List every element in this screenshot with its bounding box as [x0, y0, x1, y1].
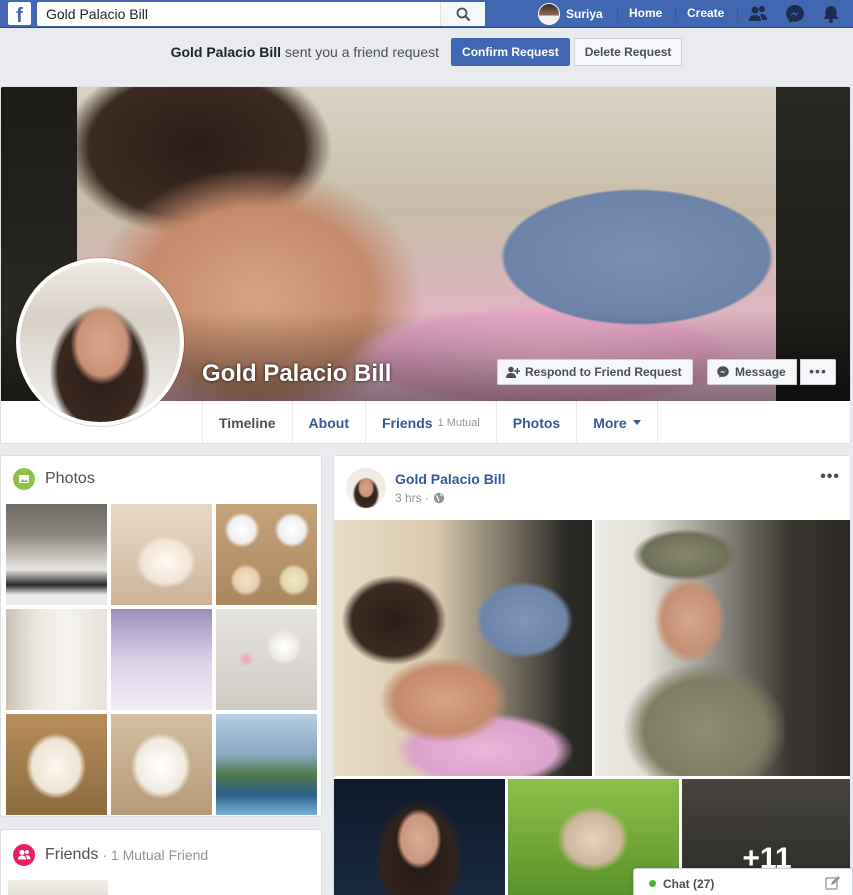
profile-name[interactable]: Gold Palacio Bill: [202, 360, 391, 388]
messenger-icon[interactable]: [784, 3, 806, 25]
friends-card-header[interactable]: Friends · 1 Mutual Friend: [13, 844, 208, 866]
avatar: [538, 3, 560, 25]
post-photo[interactable]: [334, 779, 505, 895]
request-sender-name[interactable]: Gold Palacio Bill: [171, 44, 281, 60]
photo-thumbnail[interactable]: [216, 504, 317, 605]
photos-card: Photos: [0, 455, 322, 817]
chat-label: Chat (27): [663, 877, 715, 891]
respond-label: Respond to Friend Request: [525, 365, 682, 379]
notifications-bell-icon[interactable]: [820, 3, 842, 25]
photos-card-title: Photos: [45, 470, 95, 487]
search-icon: [456, 7, 471, 22]
photo-thumbnail[interactable]: [111, 609, 212, 710]
photo-grid: [6, 504, 318, 815]
search-button[interactable]: [440, 2, 485, 26]
top-navigation-bar: f Gold Palacio Bill Suriya Home Create: [0, 0, 853, 28]
nav-divider: [617, 6, 618, 22]
photo-thumbnail[interactable]: [216, 714, 317, 815]
tab-friends[interactable]: Friends 1 Mutual: [364, 401, 496, 443]
mutual-count: 1 Mutual: [437, 416, 480, 429]
friend-request-banner: Gold Palacio Bill sent you a friend requ…: [0, 29, 853, 75]
photo-thumbnail[interactable]: [111, 714, 212, 815]
messenger-icon: [717, 366, 729, 378]
search-input[interactable]: Gold Palacio Bill: [37, 2, 485, 26]
globe-icon: [433, 492, 445, 504]
more-options-button[interactable]: •••: [800, 359, 836, 385]
create-link[interactable]: Create: [687, 6, 724, 20]
message-button[interactable]: Message: [707, 359, 797, 385]
photo-thumbnail[interactable]: [6, 714, 107, 815]
compose-message-icon[interactable]: [825, 876, 840, 891]
add-friend-icon: [506, 366, 520, 378]
timeline-post: Gold Palacio Bill 3 hrs · ••• +11: [333, 455, 851, 895]
avatar[interactable]: [346, 468, 386, 508]
user-name: Suriya: [566, 7, 603, 21]
photo-thumbnail[interactable]: [216, 609, 317, 710]
tab-timeline[interactable]: Timeline: [202, 401, 292, 443]
tab-label: More: [593, 414, 627, 431]
request-message: sent you a friend request: [284, 44, 440, 60]
friends-card-title: Friends: [45, 846, 99, 863]
online-status-icon: [649, 880, 656, 887]
tab-label: Photos: [512, 414, 561, 431]
tab-label: About: [308, 414, 349, 431]
profile-picture[interactable]: [16, 258, 184, 426]
chevron-down-icon: [632, 420, 641, 425]
delete-request-button[interactable]: Delete Request: [573, 38, 683, 66]
friends-icon: [13, 844, 35, 866]
message-label: Message: [735, 365, 786, 379]
photo-thumbnail[interactable]: [6, 609, 107, 710]
photos-card-header[interactable]: Photos: [13, 468, 95, 490]
facebook-logo-icon[interactable]: f: [8, 2, 31, 25]
post-timestamp: 3 hrs ·: [395, 491, 445, 505]
photo-thumbnail[interactable]: [6, 504, 107, 605]
profile-tabs: Timeline About Friends 1 Mutual Photos M…: [202, 401, 658, 443]
nav-divider: [737, 6, 738, 22]
photos-icon: [13, 468, 35, 490]
tab-label: Friends: [381, 414, 433, 431]
home-link[interactable]: Home: [629, 6, 662, 20]
friend-thumbnail[interactable]: [8, 880, 108, 895]
post-photo[interactable]: [334, 520, 592, 776]
chat-sidebar-toggle[interactable]: Chat (27): [633, 868, 853, 895]
profile-link[interactable]: Suriya: [538, 2, 603, 26]
post-author[interactable]: Gold Palacio Bill: [395, 471, 505, 487]
tab-about[interactable]: About: [291, 401, 365, 443]
photo-thumbnail[interactable]: [111, 504, 212, 605]
tab-photos[interactable]: Photos: [495, 401, 576, 443]
tab-more[interactable]: More: [576, 401, 658, 443]
confirm-request-button[interactable]: Confirm Request: [451, 38, 570, 66]
nav-divider: [675, 6, 676, 22]
tab-label: Timeline: [219, 414, 276, 431]
post-time-text[interactable]: 3 hrs ·: [395, 491, 429, 505]
friend-requests-icon[interactable]: [747, 3, 769, 25]
friend-request-text: Gold Palacio Bill sent you a friend requ…: [171, 44, 439, 60]
post-options-button[interactable]: •••: [820, 468, 840, 486]
mutual-friend-count: · 1 Mutual Friend: [102, 847, 209, 863]
post-photo[interactable]: [595, 520, 850, 776]
respond-to-friend-request-button[interactable]: Respond to Friend Request: [497, 359, 693, 385]
friends-card: Friends · 1 Mutual Friend: [0, 829, 322, 895]
